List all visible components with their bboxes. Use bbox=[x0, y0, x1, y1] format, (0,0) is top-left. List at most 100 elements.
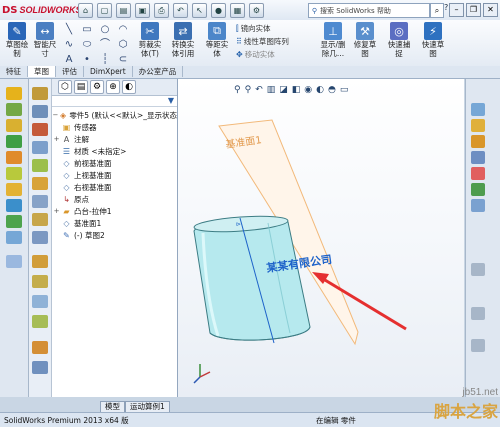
scroll-tool-icon[interactable] bbox=[471, 263, 485, 276]
shell-icon[interactable] bbox=[6, 199, 22, 212]
tree-item-annotations[interactable]: + A 注解 bbox=[52, 133, 177, 145]
quick-snaps-button[interactable]: ◎ 快速捕 捉 bbox=[384, 22, 414, 58]
view-palette-icon[interactable] bbox=[471, 151, 485, 164]
options-icon[interactable]: ⚙ bbox=[249, 3, 264, 18]
search-box[interactable]: ⚲ 搜索 SolidWorks 帮助 bbox=[308, 3, 430, 18]
convert-entities-button[interactable]: ⇄ 转换实 体引用 bbox=[168, 22, 198, 58]
tree-item-origin[interactable]: ↳ 原点 bbox=[52, 193, 177, 205]
tree-item-top-plane[interactable]: ◇ 上视基准面 bbox=[52, 169, 177, 181]
property-manager-tab-icon[interactable]: ▤ bbox=[74, 80, 88, 94]
help-button[interactable]: ? bbox=[444, 3, 448, 12]
tab-dimxpert[interactable]: DimXpert bbox=[84, 66, 133, 77]
custom-properties-icon[interactable] bbox=[471, 183, 485, 196]
extrude-icon[interactable] bbox=[6, 87, 22, 100]
expand-icon[interactable]: + bbox=[52, 135, 61, 143]
sweep-icon[interactable] bbox=[6, 119, 22, 132]
configuration-manager-tab-icon[interactable]: ⚙ bbox=[90, 80, 104, 94]
spline-icon[interactable]: ∿ bbox=[60, 39, 78, 51]
print-icon[interactable]: ⎙ bbox=[154, 3, 169, 18]
tree-item-front-plane[interactable]: ◇ 前视基准面 bbox=[52, 157, 177, 169]
relation-tool-icon[interactable] bbox=[32, 123, 48, 136]
fillet-icon[interactable]: ⌒ bbox=[96, 39, 114, 51]
sketch-tool-icon[interactable] bbox=[32, 87, 48, 100]
linear-pattern-item[interactable]: ⠿ 线性草图阵列 bbox=[236, 36, 289, 47]
render-tool-icon[interactable] bbox=[32, 341, 48, 354]
tab-features[interactable]: 特征 bbox=[0, 66, 28, 77]
home-icon[interactable]: ⌂ bbox=[78, 3, 93, 18]
tab-office-products[interactable]: 办公室产品 bbox=[133, 66, 184, 77]
select-icon[interactable]: ↖ bbox=[192, 3, 207, 18]
design-library-icon[interactable] bbox=[471, 119, 485, 132]
display-delete-relations-button[interactable]: ⊥ 显示/删 除几... bbox=[318, 22, 348, 58]
pattern-icon[interactable] bbox=[6, 231, 22, 244]
tree-item-boss-extrude[interactable]: + ▰ 凸台-拉伸1 bbox=[52, 205, 177, 217]
trim-button[interactable]: ✂ 剪裁实 体(T) bbox=[135, 22, 165, 58]
tree-item-part[interactable]: − ◈ 零件5 (默认<<默认>_显示状态 bbox=[52, 109, 178, 121]
appearances-icon[interactable] bbox=[471, 167, 485, 180]
annotation-tool-icon[interactable] bbox=[32, 275, 48, 288]
ellipse-icon[interactable]: ⬭ bbox=[78, 39, 96, 51]
point-tool-icon[interactable] bbox=[32, 177, 48, 190]
fillet-feature-icon[interactable] bbox=[6, 167, 22, 180]
smart-dimension-button[interactable]: ↔ 智能尺 寸 bbox=[30, 22, 60, 58]
cut-icon[interactable] bbox=[6, 151, 22, 164]
line-icon[interactable]: ╲ bbox=[60, 24, 78, 36]
solidworks-forum-icon[interactable] bbox=[471, 199, 485, 212]
tree-item-right-plane[interactable]: ◇ 右视基准面 bbox=[52, 181, 177, 193]
new-document-icon[interactable]: ▢ bbox=[97, 3, 112, 18]
move-entities-item[interactable]: ✥ 移动实体 bbox=[236, 49, 289, 60]
solidworks-logo[interactable]: DS SOLIDWORKS bbox=[2, 2, 82, 18]
tree-item-sensors[interactable]: ▣ 传感器 bbox=[52, 121, 177, 133]
close-icon[interactable]: ✕ bbox=[483, 3, 498, 17]
dimension-tool-icon[interactable] bbox=[32, 105, 48, 118]
dimxpert-tab-icon[interactable]: ⊕ bbox=[106, 80, 120, 94]
sketch-button[interactable]: ✎ 草图绘 制 bbox=[2, 22, 32, 58]
polygon-icon[interactable]: ⬡ bbox=[114, 39, 132, 51]
measure-tool-icon[interactable] bbox=[32, 315, 48, 328]
pan-tool-icon[interactable] bbox=[471, 339, 485, 352]
axis-tool-icon[interactable] bbox=[32, 159, 48, 172]
feature-tree-tab-icon[interactable]: ⬡ bbox=[58, 80, 72, 94]
save-icon[interactable]: ▣ bbox=[135, 3, 150, 18]
display-manager-tab-icon[interactable]: ◐ bbox=[122, 80, 136, 94]
collapse-icon[interactable]: − bbox=[52, 111, 59, 119]
repair-sketch-button[interactable]: ⚒ 修复草 图 bbox=[350, 22, 380, 58]
open-icon[interactable]: ▤ bbox=[116, 3, 131, 18]
minimize-icon[interactable]: – bbox=[449, 3, 464, 17]
file-explorer-icon[interactable] bbox=[471, 135, 485, 148]
mirror-feature-icon[interactable] bbox=[6, 255, 22, 268]
point-icon[interactable]: • bbox=[78, 54, 96, 66]
tree-item-material[interactable]: ☰ 材质 <未指定> bbox=[52, 145, 177, 157]
graphics-area[interactable]: ⚲ ⚲ ↶ ▥ ◪ ◧ ◉ ◐ ◓ ▭ 基准面1 ⊳ 某某有限公司 bbox=[178, 79, 464, 397]
expand-icon[interactable]: + bbox=[52, 207, 61, 215]
curve-tool-icon[interactable] bbox=[32, 195, 48, 208]
file-properties-icon[interactable]: ▦ bbox=[230, 3, 245, 18]
layout-tool-icon[interactable] bbox=[32, 255, 48, 268]
motion-tool-icon[interactable] bbox=[32, 361, 48, 374]
rib-icon[interactable] bbox=[6, 215, 22, 228]
rebuild-icon[interactable]: ● bbox=[211, 3, 226, 18]
text-icon[interactable]: A bbox=[60, 54, 78, 66]
mirror-entities-item[interactable]: ⫿ 镜向实体 bbox=[236, 23, 289, 34]
search-dropdown-button[interactable]: ⌕ bbox=[430, 3, 444, 18]
tab-sketch[interactable]: 草图 bbox=[28, 66, 56, 77]
tree-item-plane1[interactable]: ◇ 基准面1 bbox=[52, 217, 177, 229]
sketch-block-icon[interactable] bbox=[32, 231, 48, 244]
revolve-icon[interactable] bbox=[6, 103, 22, 116]
resources-icon[interactable] bbox=[471, 103, 485, 116]
centerline-icon[interactable]: ┆ bbox=[96, 54, 114, 66]
rapid-sketch-button[interactable]: ⚡ 快速草 图 bbox=[418, 22, 448, 58]
offset-entities-button[interactable]: ⧉ 等距实 体 bbox=[202, 22, 232, 58]
rotate-tool-icon[interactable] bbox=[471, 307, 485, 320]
rectangle-icon[interactable]: ▭ bbox=[78, 24, 96, 36]
tree-item-sketch2[interactable]: ✎ (-) 草图2 bbox=[52, 229, 177, 241]
reference-tool-icon[interactable] bbox=[32, 213, 48, 226]
loft-icon[interactable] bbox=[6, 135, 22, 148]
circle-icon[interactable]: ○ bbox=[96, 24, 114, 36]
restore-icon[interactable]: ❐ bbox=[466, 3, 481, 17]
view-tool-icon[interactable] bbox=[32, 295, 48, 308]
tree-filter[interactable]: ▼ bbox=[52, 96, 177, 107]
undo-icon[interactable]: ↶ bbox=[173, 3, 188, 18]
arc-icon[interactable]: ◠ bbox=[114, 24, 132, 36]
plane-tool-icon[interactable] bbox=[32, 141, 48, 154]
